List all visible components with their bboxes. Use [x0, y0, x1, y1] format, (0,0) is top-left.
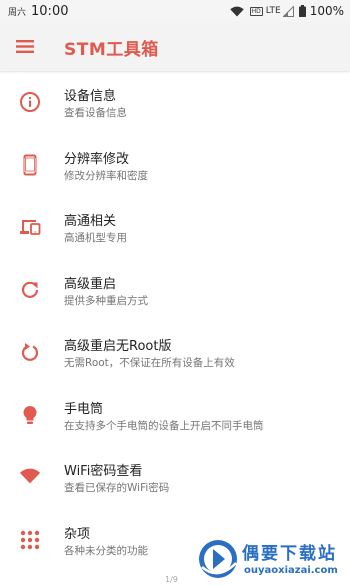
status-icons: HD LTE 100%: [229, 0, 344, 22]
status-bar: 周六 10:00 HD LTE 100%: [0, 0, 350, 22]
list-item-wifi-password[interactable]: WiFi密码查看 查看已保存的WiFi密码: [0, 447, 350, 510]
item-subtitle: 各种未分类的功能: [64, 544, 148, 557]
watermark-url: ouyaoxiazai.com: [244, 565, 338, 576]
item-title: 分辨率修改: [64, 151, 130, 167]
apps-grid-icon: [19, 529, 41, 551]
item-title: 设备信息: [64, 89, 117, 104]
battery-icon: [298, 5, 306, 17]
status-time: 10:00: [31, 3, 69, 19]
cell-signal-icon: [282, 5, 294, 17]
restart-icon: [19, 341, 41, 363]
menu-icon: [16, 38, 34, 57]
item-subtitle: 在支持多个手电筒的设备上开启不同手电筒: [64, 419, 264, 432]
lightbulb-icon: [19, 404, 41, 426]
app-title: STM工具箱: [64, 40, 159, 60]
list-item-advanced-reboot[interactable]: 高级重启 提供多种重启方式: [0, 260, 350, 323]
item-title: 高级重启: [64, 276, 117, 292]
network-type: LTE: [265, 6, 281, 16]
item-subtitle: 高通机型专用: [64, 232, 127, 244]
item-title: WiFi密码查看: [64, 464, 143, 479]
item-title: 高通相关: [64, 214, 117, 229]
wifi-signal-icon: [229, 6, 244, 17]
refresh-icon: [19, 279, 41, 301]
devices-icon: [19, 216, 41, 238]
hd-badge: HD: [249, 6, 263, 16]
item-title: 高级重启无Root版: [64, 339, 172, 354]
wifi-icon: [19, 466, 41, 488]
list-item-flashlight[interactable]: 手电筒 在支持多个手电筒的设备上开启不同手电筒: [0, 385, 350, 448]
item-subtitle: 查看已保存的WiFi密码: [64, 482, 170, 494]
item-title: 手电筒: [64, 401, 104, 417]
item-subtitle: 提供多种重启方式: [64, 294, 148, 307]
tool-list: 设备信息 查看设备信息 分辨率修改 修改分辨率和密度 高通相关 高通机型专用 高…: [0, 72, 350, 572]
list-item-reboot-no-root[interactable]: 高级重启无Root版 无需Root，不保证在所有设备上有效: [0, 322, 350, 385]
battery-percent: 100%: [309, 4, 344, 18]
app-bar: STM工具箱: [0, 22, 350, 71]
info-icon: [19, 91, 41, 113]
list-item-device-info[interactable]: 设备信息 查看设备信息: [0, 72, 350, 135]
list-item-qualcomm[interactable]: 高通相关 高通机型专用: [0, 197, 350, 260]
item-subtitle: 修改分辨率和密度: [64, 169, 148, 182]
menu-button[interactable]: [12, 34, 38, 60]
item-subtitle: 查看设备信息: [64, 107, 127, 119]
phone-icon: [19, 154, 41, 176]
item-title: 杂项: [64, 526, 91, 542]
list-item-resolution[interactable]: 分辨率修改 修改分辨率和密度: [0, 135, 350, 198]
watermark-logo-icon: [196, 537, 240, 585]
item-subtitle: 无需Root，不保证在所有设备上有效: [64, 357, 235, 369]
status-weekday: 周六: [8, 7, 27, 18]
watermark: 偶要下载站 ouyaoxiazai.com: [196, 537, 348, 581]
watermark-name: 偶要下载站: [242, 544, 337, 564]
